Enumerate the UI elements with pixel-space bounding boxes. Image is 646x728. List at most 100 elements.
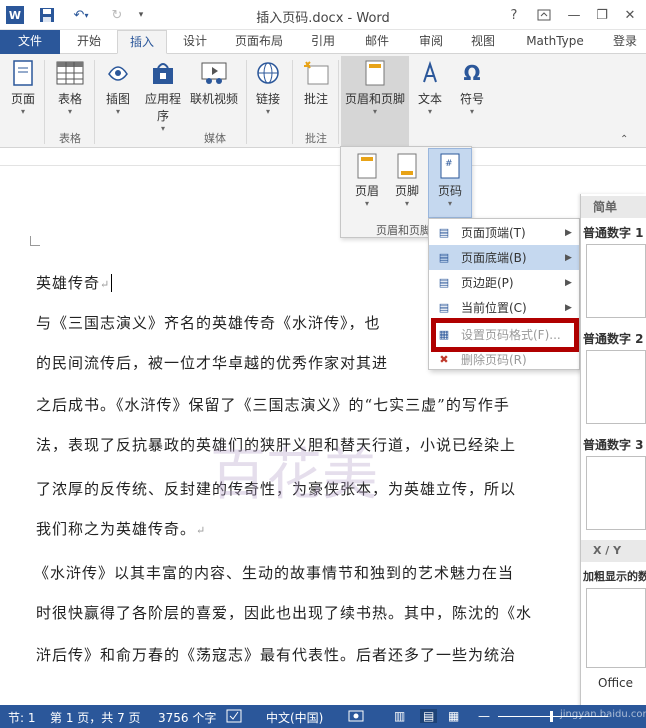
gallery-item-label: 普通数字 3	[583, 438, 644, 452]
chevron-down-icon: ▾	[20, 107, 25, 116]
doc-line[interactable]: 《水浒传》以其丰富的内容、生动的故事情节和独到的艺术魅力在当	[34, 562, 514, 583]
text-button[interactable]: 文本 ▾	[412, 58, 448, 117]
proofing-icon[interactable]	[226, 709, 242, 726]
page-number-button[interactable]: # 页码 ▾	[431, 152, 469, 212]
tab-design[interactable]: 设计	[170, 30, 220, 54]
chevron-down-icon: ▾	[372, 107, 377, 116]
video-icon	[199, 58, 229, 88]
zoom-out-icon[interactable]: —	[478, 709, 490, 723]
group-label-media: 媒体	[204, 132, 226, 145]
restore-icon[interactable]: ❐	[590, 4, 614, 26]
status-language[interactable]: 中文(中国)	[266, 709, 323, 726]
collapse-ribbon-icon[interactable]: ⌃	[620, 134, 628, 145]
divider	[338, 60, 339, 144]
doc-line[interactable]: 与《三国志演义》齐名的英雄传奇《水浒传》，也	[36, 312, 381, 333]
chevron-down-icon: ▾	[67, 107, 72, 116]
tab-home[interactable]: 开始	[64, 30, 114, 54]
doc-line[interactable]: 之后成书。《水浒传》保留了《三国志演义》的“七实三虚”的写作手	[36, 394, 510, 415]
svg-text:#: #	[445, 159, 453, 169]
print-layout-icon[interactable]: ▤	[420, 709, 438, 723]
status-page-count[interactable]: 第 1 页，共 7 页	[50, 709, 141, 726]
chevron-right-icon: ▶	[565, 227, 572, 238]
web-layout-icon[interactable]: ▦	[448, 709, 459, 723]
minimize-icon[interactable]: —	[562, 4, 586, 26]
illustrations-icon	[103, 58, 133, 88]
current-position-icon: ▤	[438, 301, 450, 314]
doc-line[interactable]: 时很快赢得了各阶层的喜爱，因此也出现了续书热。其中，陈沈的《水	[36, 602, 532, 623]
menu-item-page-margins[interactable]: ▤ 页边距(P) ▶	[429, 270, 579, 295]
doc-heading[interactable]: 英雄传奇↵	[36, 272, 113, 293]
comment-button[interactable]: 批注	[296, 58, 336, 107]
gallery-section-simple: 简单	[581, 196, 646, 218]
close-icon[interactable]: ✕	[618, 4, 642, 26]
group-label-table: 表格	[59, 132, 81, 145]
zoom-slider-thumb[interactable]	[550, 711, 553, 722]
gallery-thumbnail-plain-number-2[interactable]	[586, 350, 646, 424]
header-footer-icon	[360, 58, 390, 88]
apps-button[interactable]: 应用程 序 ▾	[140, 58, 186, 134]
comment-icon	[301, 58, 331, 88]
link-icon	[253, 58, 283, 88]
gallery-thumbnail-plain-number-1[interactable]	[586, 244, 646, 318]
gallery-thumbnail-plain-number-3[interactable]	[586, 456, 646, 530]
page-margin-icon: ▤	[438, 276, 450, 289]
tab-mailings[interactable]: 邮件	[352, 30, 402, 54]
header-footer-button[interactable]: 页眉和页脚 ▾	[342, 58, 408, 117]
chevron-right-icon: ▶	[565, 277, 572, 288]
doc-line[interactable]: 的民间流传后，被一位才华卓越的优秀作家对其进	[36, 352, 388, 373]
menu-item-top-of-page[interactable]: ▤ 页面顶端(T) ▶	[429, 220, 579, 245]
tab-review[interactable]: 审阅	[406, 30, 456, 54]
symbol-button[interactable]: Ω 符号 ▾	[454, 58, 490, 117]
footer-button[interactable]: 页脚 ▾	[388, 152, 426, 212]
menu-item-current-position[interactable]: ▤ 当前位置(C) ▶	[429, 295, 579, 320]
watermark: 百花美	[210, 443, 378, 508]
read-mode-icon[interactable]: ▥	[394, 709, 405, 723]
tab-file[interactable]: 文件	[0, 30, 60, 54]
table-icon	[55, 58, 85, 88]
ribbon-display-icon[interactable]	[532, 4, 556, 26]
chevron-down-icon: ▾	[469, 107, 474, 116]
text-box-icon	[415, 58, 445, 88]
apps-store-icon	[148, 58, 178, 88]
online-video-button[interactable]: 联机视频	[188, 58, 240, 107]
illustrations-button[interactable]: 插图 ▾	[100, 58, 136, 117]
page-bottom-icon: ▤	[438, 251, 450, 264]
chevron-down-icon: ▾	[447, 199, 452, 208]
gallery-thumbnail-bold-number[interactable]	[586, 588, 646, 668]
highlight-callout-box	[431, 318, 579, 352]
ruler	[0, 148, 646, 166]
sign-in-link[interactable]: 登录	[604, 30, 646, 54]
divider	[246, 60, 247, 144]
doc-line[interactable]: 浒后传》和俞万春的《荡寇志》最有代表性。后者还多了一些为统治	[36, 644, 516, 665]
chevron-down-icon: ▾	[404, 199, 409, 208]
gallery-item-label: 普通数字 2	[583, 332, 644, 346]
tab-references[interactable]: 引用	[298, 30, 348, 54]
footer-icon	[395, 152, 419, 180]
group-label-comment: 批注	[305, 132, 327, 145]
table-button[interactable]: 表格 ▾	[50, 58, 90, 117]
help-icon[interactable]: ?	[502, 4, 526, 26]
tab-mathtype[interactable]: MathType	[516, 30, 594, 54]
chevron-down-icon: ▾	[364, 199, 369, 208]
page-top-icon: ▤	[438, 226, 450, 239]
tab-page-layout[interactable]: 页面布局	[228, 30, 290, 54]
office-more-link[interactable]: Office	[586, 676, 646, 690]
margin-corner-mark	[30, 236, 40, 246]
page-icon	[8, 58, 38, 88]
baidu-watermark: jingyan.baidu.com	[560, 709, 646, 720]
doc-line[interactable]: 我们称之为英雄传奇。↵	[36, 518, 206, 539]
link-button[interactable]: 链接 ▾	[250, 58, 286, 117]
tab-insert[interactable]: 插入	[117, 30, 167, 54]
header-button[interactable]: 页眉 ▾	[348, 152, 386, 212]
omega-icon: Ω	[463, 61, 481, 85]
tab-view[interactable]: 视图	[458, 30, 508, 54]
page-button[interactable]: 页面 ▾	[6, 58, 40, 117]
status-word-count[interactable]: 3756 个字	[158, 709, 216, 726]
chevron-right-icon: ▶	[565, 302, 572, 313]
divider	[94, 60, 95, 144]
divider	[44, 60, 45, 144]
remove-icon: ✖	[439, 353, 449, 366]
menu-item-bottom-of-page[interactable]: ▤ 页面底端(B) ▶	[429, 245, 579, 270]
macro-record-icon[interactable]	[348, 709, 364, 726]
status-section[interactable]: 节: 1	[8, 709, 36, 726]
